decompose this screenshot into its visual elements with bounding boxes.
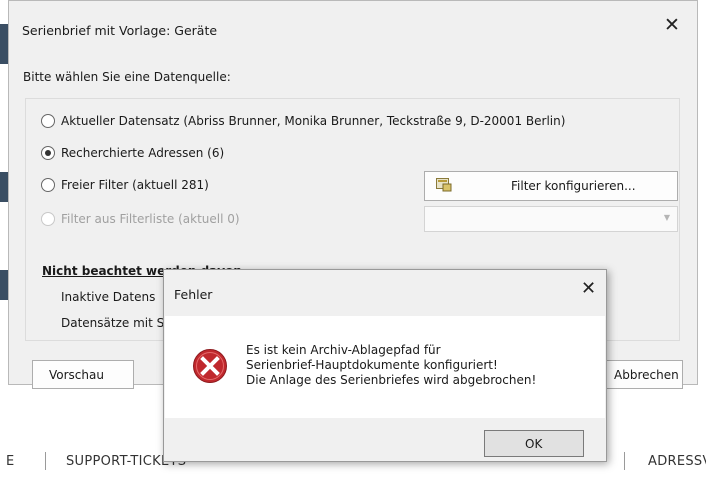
chevron-down-icon: ▼ <box>663 213 670 222</box>
cancel-button-label: Abbrechen <box>614 368 679 382</box>
radio-filter-list <box>41 212 55 226</box>
ok-button[interactable]: OK <box>484 430 584 457</box>
close-icon[interactable]: ✕ <box>581 280 596 298</box>
error-message-line: Serienbrief-Hauptdokumente konfiguriert! <box>246 358 498 372</box>
error-message-line: Es ist kein Archiv-Ablagepfad für <box>246 343 441 357</box>
background-stripe <box>0 172 8 202</box>
radio-label-filter-list: Filter aus Filterliste (aktuell 0) <box>61 212 240 226</box>
configure-filter-button[interactable]: Filter konfigurieren... <box>424 171 678 201</box>
excluded-records-with: Datensätze mit S <box>61 316 165 330</box>
configure-filter-label: Filter konfigurieren... <box>511 179 636 193</box>
tab-separator <box>45 452 46 470</box>
dialog-title: Serienbrief mit Vorlage: Geräte <box>22 23 218 38</box>
error-message: Es ist kein Archiv-Ablagepfad für Serien… <box>246 343 536 388</box>
error-message-line: Die Anlage des Serienbriefes wird abgebr… <box>246 373 537 387</box>
radio-label-free-filter[interactable]: Freier Filter (aktuell 281) <box>61 178 209 192</box>
error-icon <box>193 349 227 383</box>
tab-separator <box>624 452 625 470</box>
error-dialog-title: Fehler <box>174 287 213 302</box>
radio-current-record[interactable] <box>41 114 55 128</box>
radio-researched-addresses[interactable] <box>41 146 55 160</box>
radio-label-researched-addresses[interactable]: Recherchierte Adressen (6) <box>61 146 224 160</box>
preview-button-label: Vorschau <box>49 368 104 382</box>
error-message-panel: Es ist kein Archiv-Ablagepfad für Serien… <box>165 316 605 418</box>
background-stripe <box>0 270 8 300</box>
error-dialog: Fehler ✕ Es ist kein Archiv-Ablagepfad f… <box>163 269 607 462</box>
tab-partial-left[interactable]: E <box>6 454 15 469</box>
datasource-prompt: Bitte wählen Sie eine Datenquelle: <box>23 70 231 84</box>
close-icon[interactable]: ✕ <box>664 16 680 35</box>
ok-button-label: OK <box>525 437 543 451</box>
radio-label-current-record[interactable]: Aktueller Datensatz (Abriss Brunner, Mon… <box>61 114 565 128</box>
radio-free-filter[interactable] <box>41 178 55 192</box>
tab-adressen[interactable]: ADRESSV <box>648 454 706 469</box>
filter-config-icon <box>436 178 452 192</box>
preview-button[interactable]: Vorschau <box>32 360 134 389</box>
filter-list-dropdown: ▼ <box>424 206 678 232</box>
excluded-inactive-records: Inaktive Datens <box>61 290 156 304</box>
background-stripe <box>0 24 8 64</box>
